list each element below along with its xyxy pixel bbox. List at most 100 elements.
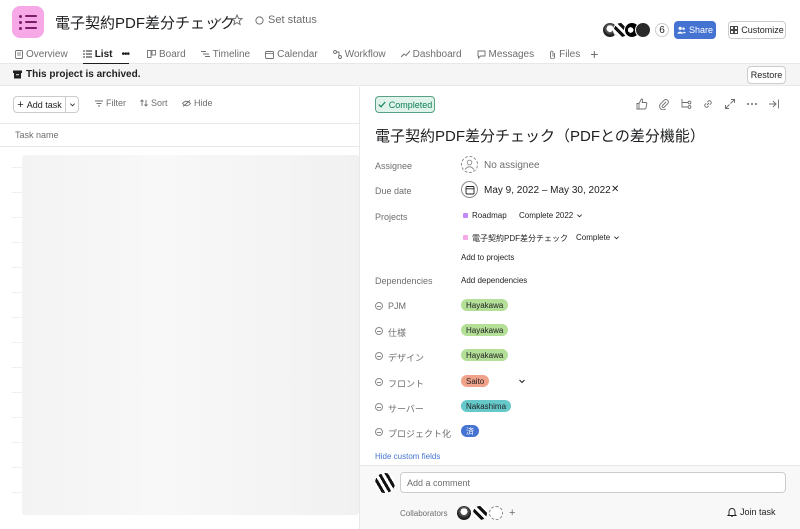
project-color-dot [463, 235, 468, 240]
chevron-down-icon[interactable] [518, 377, 526, 385]
avatar[interactable] [457, 506, 471, 520]
plus-icon: + [590, 46, 599, 62]
project-name[interactable]: Roadmap [472, 211, 507, 220]
completed-button[interactable]: Completed [375, 96, 435, 113]
user-icon[interactable] [489, 506, 503, 520]
member-count: 6 [655, 23, 669, 37]
task-list-body [0, 147, 359, 529]
custom-field-icon [375, 428, 383, 436]
custom-field-pill[interactable]: Hayakawa [461, 349, 509, 361]
tab-list[interactable]: List ••• [82, 44, 130, 65]
share-button[interactable]: Share [674, 21, 716, 39]
custom-field-pill[interactable]: Hayakawa [461, 299, 509, 311]
add-task-main[interactable]: + Add task [14, 97, 66, 112]
project-section-select[interactable]: Complete [576, 233, 620, 242]
avatar [375, 473, 395, 493]
status-circle-icon [255, 15, 264, 25]
add-to-projects-link[interactable]: Add to projects [461, 253, 514, 262]
custom-field-icon [375, 327, 383, 335]
custom-field-icon [375, 352, 383, 360]
customize-icon [730, 26, 739, 34]
overview-icon [15, 49, 23, 59]
custom-field-pill[interactable]: 済 [461, 425, 479, 437]
hide-custom-fields-link[interactable]: Hide custom fields [375, 452, 440, 461]
custom-field-pill[interactable]: Nakashima [461, 400, 512, 412]
comment-input[interactable]: Add a comment [400, 472, 786, 493]
tab-dashboard[interactable]: Dashboard [400, 44, 462, 64]
tab-workflow[interactable]: Workflow [332, 44, 386, 64]
assignee-avatar-placeholder[interactable] [461, 156, 478, 173]
star-icon[interactable] [231, 14, 243, 26]
tab-timeline[interactable]: Timeline [200, 44, 251, 64]
assignee-value[interactable]: No assignee [484, 160, 540, 171]
project-section: Complete 2022 [519, 211, 574, 220]
user-icon [464, 159, 475, 170]
tab-board[interactable]: Board [147, 44, 186, 64]
restore-button[interactable]: Restore [747, 66, 786, 84]
custom-field-icon [375, 378, 383, 386]
tab-label: Timeline [212, 48, 251, 60]
custom-field-label: プロジェクト化 [388, 429, 452, 439]
dashboard-icon [400, 50, 410, 58]
member-avatars[interactable]: 6 [602, 22, 669, 38]
bell-icon [727, 508, 737, 517]
attachment-icon[interactable] [658, 98, 670, 110]
join-task-button[interactable]: Join task [727, 507, 776, 517]
chevron-down-icon [614, 236, 620, 240]
project-name[interactable]: 電子契約PDF差分チェック [472, 233, 568, 244]
tab-label: Dashboard [412, 48, 462, 60]
due-date-value[interactable]: May 9, 2022 – May 30, 2022 [484, 185, 611, 196]
custom-field-label: デザイン [388, 353, 425, 363]
tab-overview[interactable]: Overview [15, 44, 68, 64]
filter-button[interactable]: Filter [95, 98, 126, 108]
custom-field-label: サーバー [388, 404, 424, 414]
expand-icon[interactable] [724, 98, 736, 110]
more-icon[interactable]: ••• [121, 49, 129, 60]
timeline-icon [200, 51, 210, 57]
add-collaborator-icon[interactable]: + [509, 507, 515, 519]
tab-messages[interactable]: Messages [477, 44, 534, 64]
hide-button[interactable]: Hide [182, 98, 213, 108]
chevron-down-icon [69, 103, 75, 107]
task-title[interactable]: 電子契約PDF差分チェック（PDFとの差分機能） [375, 125, 705, 146]
filter-icon [95, 100, 103, 106]
project-title[interactable]: 電子契約PDF差分チェック [55, 12, 235, 33]
project-header: 電子契約PDF差分チェック Set status 6 Share Customi… [0, 0, 800, 65]
loading-placeholder [22, 155, 359, 515]
tab-calendar[interactable]: Calendar [265, 44, 318, 64]
close-panel-icon[interactable] [768, 98, 780, 110]
subtask-icon[interactable] [680, 98, 692, 110]
chevron-down-icon[interactable] [213, 15, 223, 25]
dependencies-label: Dependencies [375, 276, 433, 286]
people-icon [676, 26, 686, 34]
hide-label: Hide [194, 98, 213, 108]
more-icon[interactable] [746, 98, 758, 110]
tab-files[interactable]: Files [549, 44, 580, 64]
custom-field-pill[interactable]: Saito [461, 375, 490, 387]
link-icon[interactable] [702, 98, 714, 110]
share-label: Share [688, 25, 714, 35]
add-dependencies-link[interactable]: Add dependencies [461, 276, 527, 285]
due-date-label: Due date [375, 186, 412, 196]
project-list-icon[interactable] [12, 6, 44, 38]
project-section-select[interactable]: Complete 2022 [519, 211, 583, 220]
sort-button[interactable]: Sort [140, 98, 168, 108]
custom-field-pill[interactable]: Hayakawa [461, 324, 509, 336]
column-task-name[interactable]: Task name [15, 130, 59, 140]
customize-button[interactable]: Customize [728, 21, 786, 39]
sort-label: Sort [151, 98, 168, 108]
like-icon[interactable] [636, 98, 648, 110]
tab-label: Calendar [277, 48, 318, 60]
archived-banner: This project is archived. Restore [0, 64, 800, 86]
list-icon [82, 50, 92, 58]
add-tab-button[interactable]: + [590, 44, 598, 64]
project-color-dot [463, 213, 468, 218]
files-icon [550, 50, 556, 59]
add-task-dropdown[interactable] [66, 101, 78, 108]
calendar-icon[interactable] [461, 181, 478, 198]
set-status-button[interactable]: Set status [255, 14, 317, 26]
clear-date-icon[interactable]: ✕ [611, 184, 619, 195]
avatar[interactable] [473, 506, 487, 520]
tab-label: Files [559, 48, 581, 60]
add-task-button[interactable]: + Add task [13, 96, 79, 113]
